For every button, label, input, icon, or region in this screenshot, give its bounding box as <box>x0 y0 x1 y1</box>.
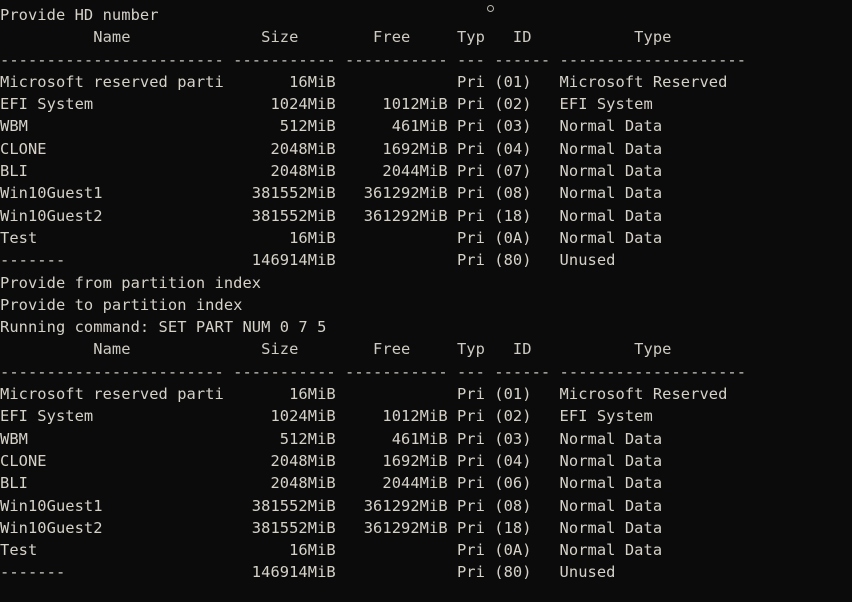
table-row: CLONE 2048MiB 1692MiB Pri (04) Normal Da… <box>0 451 663 470</box>
table-row: ------- 146914MiB Pri (80) Unused <box>0 563 616 582</box>
table-separator-partition-table-after: ------------------------ ----------- ---… <box>0 362 747 381</box>
prompt-provide-to-partition-index: Provide to partition index <box>0 295 243 314</box>
table-row: Win10Guest2 381552MiB 361292MiB Pri (18)… <box>0 518 663 537</box>
table-row: Win10Guest2 381552MiB 361292MiB Pri (18)… <box>0 206 663 225</box>
table-header-row-partition-table-after: Name Size Free Typ ID Type <box>0 340 747 359</box>
table-row: Microsoft reserved parti 16MiB Pri (01) … <box>0 385 728 404</box>
table-row: EFI System 1024MiB 1012MiB Pri (02) EFI … <box>0 407 653 426</box>
table-row: WBM 512MiB 461MiB Pri (03) Normal Data <box>0 429 663 448</box>
table-header-row-partition-table-before: Name Size Free Typ ID Type <box>0 28 747 47</box>
terminal-window[interactable]: Provide HD number Name Size Free Typ ID … <box>0 0 852 602</box>
table-separator-partition-table-before: ------------------------ ----------- ---… <box>0 50 747 69</box>
status-running-command: Running command: SET PART NUM 0 7 5 <box>0 318 327 337</box>
table-row: Microsoft reserved parti 16MiB Pri (01) … <box>0 72 728 91</box>
prompt-provide-hd-number: Provide HD number <box>0 6 159 24</box>
table-row: BLI 2048MiB 2044MiB Pri (06) Normal Data <box>0 474 663 493</box>
table-row: EFI System 1024MiB 1012MiB Pri (02) EFI … <box>0 95 653 114</box>
table-row: Win10Guest1 381552MiB 361292MiB Pri (08)… <box>0 184 663 203</box>
table-row: Test 16MiB Pri (0A) Normal Data <box>0 228 663 247</box>
table-row: CLONE 2048MiB 1692MiB Pri (04) Normal Da… <box>0 139 663 158</box>
prompt-provide-from-partition-index: Provide from partition index <box>0 273 262 292</box>
table-row: Win10Guest1 381552MiB 361292MiB Pri (08)… <box>0 496 663 515</box>
mouse-pointer-dot-icon <box>487 5 494 12</box>
table-row: Test 16MiB Pri (0A) Normal Data <box>0 541 663 560</box>
table-row: WBM 512MiB 461MiB Pri (03) Normal Data <box>0 117 663 136</box>
table-row: ------- 146914MiB Pri (80) Unused <box>0 251 616 270</box>
table-row: BLI 2048MiB 2044MiB Pri (07) Normal Data <box>0 162 663 181</box>
console-output: Provide HD number Name Size Free Typ ID … <box>0 4 852 584</box>
